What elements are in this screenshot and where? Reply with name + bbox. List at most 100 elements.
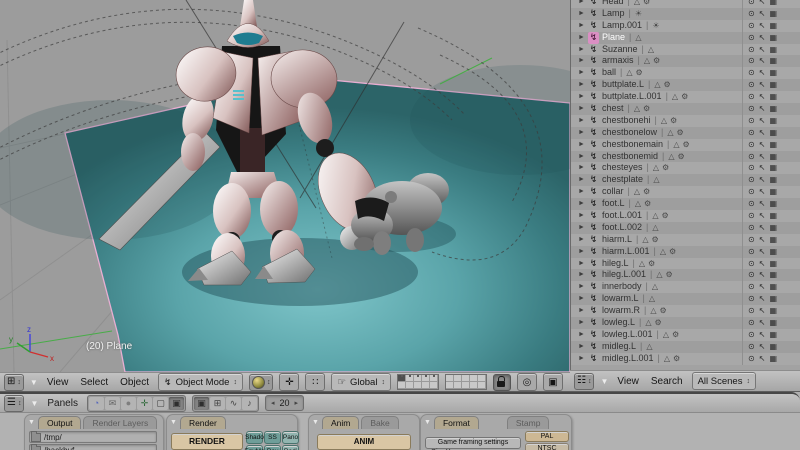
object-name[interactable]: chestbonemid: [602, 151, 658, 163]
object-name[interactable]: hileg.L: [602, 258, 629, 270]
outliner-row[interactable]: ►↯hiarm.L.001|△⚙⊙↖▦: [571, 246, 800, 258]
outliner-row[interactable]: ►↯hileg.L|△⚙⊙↖▦: [571, 258, 800, 270]
visibility-eye-icon[interactable]: ⊙: [748, 210, 755, 222]
selectability-cursor-icon[interactable]: ↖: [759, 8, 766, 20]
visibility-eye-icon[interactable]: ⊙: [748, 20, 755, 32]
expand-icon[interactable]: ►: [578, 305, 588, 317]
renderability-image-icon[interactable]: ▦: [769, 127, 777, 139]
selectability-cursor-icon[interactable]: ↖: [759, 174, 766, 186]
selectability-cursor-icon[interactable]: ↖: [759, 246, 766, 258]
layer-buttons-group2[interactable]: [445, 374, 487, 390]
object-name[interactable]: chestplate: [602, 174, 643, 186]
outliner-row[interactable]: ►↯hiarm.L|△⚙⊙↖▦: [571, 234, 800, 246]
scene-icon[interactable]: ▣: [169, 397, 184, 410]
layer-button[interactable]: [398, 382, 406, 389]
mode-dropdown[interactable]: ↯ Object Mode ↕: [158, 373, 243, 391]
menu-view[interactable]: View: [44, 377, 72, 388]
preset-ntsc-button[interactable]: NTSC: [525, 443, 569, 450]
selectability-cursor-icon[interactable]: ↖: [759, 329, 766, 341]
expand-icon[interactable]: ►: [578, 55, 588, 67]
outliner-row[interactable]: ►↯chestbonemain|△⚙⊙↖▦: [571, 139, 800, 151]
menu-collapse-icon[interactable]: ▼: [30, 378, 38, 387]
menu-select[interactable]: Select: [77, 377, 111, 388]
object-name[interactable]: midleg.L.001: [602, 353, 654, 365]
orientation-dropdown[interactable]: ☞ Global ↕: [331, 373, 391, 391]
renderability-image-icon[interactable]: ▦: [769, 186, 777, 198]
editor-type-button[interactable]: ⊞ ↕: [4, 374, 24, 391]
tab-output[interactable]: Output: [38, 416, 82, 429]
outliner-row[interactable]: ►↯chestbonelow|△⚙⊙↖▦: [571, 127, 800, 139]
outliner-editor-type-button[interactable]: ☷ ↕: [574, 373, 594, 390]
object-name[interactable]: chestbonelow: [602, 127, 657, 139]
visibility-eye-icon[interactable]: ⊙: [748, 174, 755, 186]
visibility-eye-icon[interactable]: ⊙: [748, 186, 755, 198]
object-name[interactable]: chest: [602, 103, 624, 115]
renderability-image-icon[interactable]: ▦: [769, 20, 777, 32]
object-name[interactable]: lowarm.R: [602, 305, 640, 317]
selectability-cursor-icon[interactable]: ↖: [759, 222, 766, 234]
renderability-image-icon[interactable]: ▦: [769, 281, 777, 293]
visibility-eye-icon[interactable]: ⊙: [748, 139, 755, 151]
selectability-cursor-icon[interactable]: ↖: [759, 91, 766, 103]
preset-pal-button[interactable]: PAL: [525, 431, 569, 442]
outliner-row[interactable]: ►↯chestplate|△⊙↖▦: [571, 174, 800, 186]
layer-button[interactable]: [446, 382, 454, 389]
selectability-cursor-icon[interactable]: ↖: [759, 353, 766, 365]
render-preview-button[interactable]: ◎: [517, 373, 537, 391]
outliner-row[interactable]: ►↯lowarm.R|△⚙⊙↖▦: [571, 305, 800, 317]
layer-button[interactable]: [454, 382, 462, 389]
renderability-image-icon[interactable]: ▦: [769, 103, 777, 115]
outliner-row[interactable]: ►↯buttplate.L|△⚙⊙↖▦: [571, 79, 800, 91]
object-name[interactable]: innerbody: [602, 281, 642, 293]
visibility-eye-icon[interactable]: ⊙: [748, 269, 755, 281]
visibility-eye-icon[interactable]: ⊙: [748, 127, 755, 139]
object-name[interactable]: lowarm.L: [602, 293, 639, 305]
visibility-eye-icon[interactable]: ⊙: [748, 353, 755, 365]
expand-icon[interactable]: ►: [578, 210, 588, 222]
outliner-menu-view[interactable]: View: [614, 376, 642, 387]
renderability-image-icon[interactable]: ▦: [769, 174, 777, 186]
visibility-eye-icon[interactable]: ⊙: [748, 162, 755, 174]
panel-collapse-icon[interactable]: ▼: [170, 419, 177, 426]
menu-collapse-icon[interactable]: ▼: [600, 377, 608, 386]
expand-icon[interactable]: ►: [578, 20, 588, 32]
layer-button[interactable]: [422, 382, 430, 389]
object-name[interactable]: lowleg.L.001: [602, 329, 653, 341]
visibility-eye-icon[interactable]: ⊙: [748, 281, 755, 293]
object-name[interactable]: foot.L.001: [602, 210, 642, 222]
layer-button[interactable]: [470, 375, 478, 382]
layer-button[interactable]: [478, 375, 486, 382]
selectability-cursor-icon[interactable]: ↖: [759, 67, 766, 79]
expand-icon[interactable]: ►: [578, 269, 588, 281]
selectability-cursor-icon[interactable]: ↖: [759, 258, 766, 270]
frame-number-field[interactable]: ◂ 20 ▸: [265, 395, 304, 411]
object-name[interactable]: foot.L.002: [602, 222, 642, 234]
tab-stamp[interactable]: Stamp: [507, 416, 550, 429]
visibility-eye-icon[interactable]: ⊙: [748, 341, 755, 353]
selectability-cursor-icon[interactable]: ↖: [759, 281, 766, 293]
visibility-eye-icon[interactable]: ⊙: [748, 151, 755, 163]
selectability-cursor-icon[interactable]: ↖: [759, 20, 766, 32]
expand-icon[interactable]: ►: [578, 139, 588, 151]
selectability-cursor-icon[interactable]: ↖: [759, 115, 766, 127]
outliner-row[interactable]: ►↯chest|△⚙⊙↖▦: [571, 103, 800, 115]
renderability-image-icon[interactable]: ▦: [769, 293, 777, 305]
3d-viewport[interactable]: z x y (20) Plane: [0, 0, 571, 372]
selectability-cursor-icon[interactable]: ↖: [759, 139, 766, 151]
anim-playback-icon[interactable]: ∿: [226, 397, 241, 410]
expand-icon[interactable]: ►: [578, 317, 588, 329]
outliner-row[interactable]: ►↯foot.L.002|△⊙↖▦: [571, 222, 800, 234]
selectability-cursor-icon[interactable]: ↖: [759, 269, 766, 281]
expand-icon[interactable]: ►: [578, 329, 588, 341]
renderability-image-icon[interactable]: ▦: [769, 32, 777, 44]
layer-button[interactable]: [478, 382, 486, 389]
renderability-image-icon[interactable]: ▦: [769, 115, 777, 127]
renderability-image-icon[interactable]: ▦: [769, 8, 777, 20]
renderability-image-icon[interactable]: ▦: [769, 246, 777, 258]
renderability-image-icon[interactable]: ▦: [769, 269, 777, 281]
object-name[interactable]: chestbonemain: [602, 139, 663, 151]
expand-icon[interactable]: ►: [578, 353, 588, 365]
selectability-cursor-icon[interactable]: ↖: [759, 44, 766, 56]
toggle-pano[interactable]: Pano: [282, 431, 299, 444]
layer-button[interactable]: [446, 375, 454, 382]
